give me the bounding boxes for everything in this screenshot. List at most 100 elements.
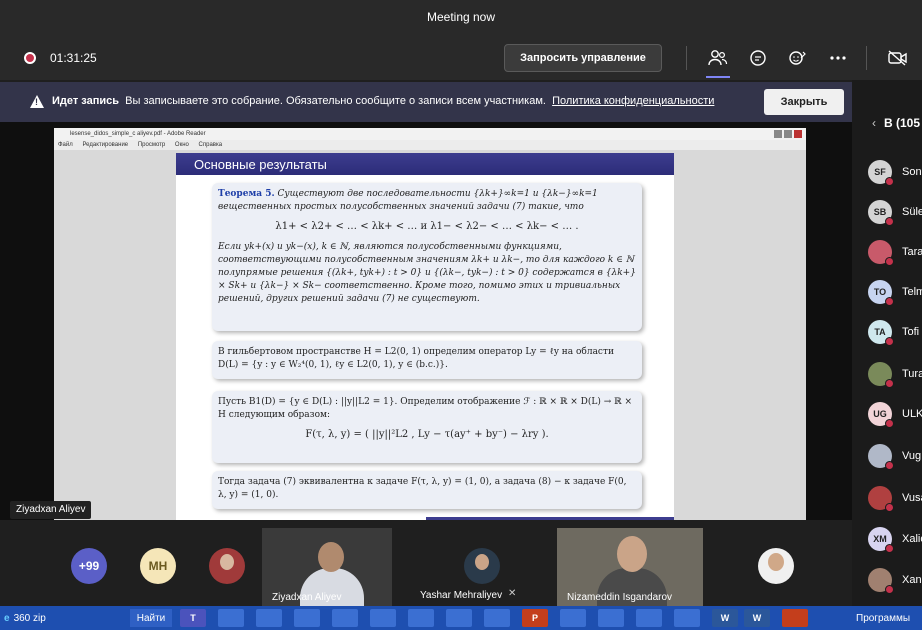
participants-count: В (105 (884, 116, 921, 130)
status-icon (885, 337, 894, 346)
app-icon[interactable] (332, 609, 358, 627)
participants-panel: ‹ В (105 SF Sona SB Süle Tara TO Telm TA Tofi… (852, 80, 922, 608)
avatar-mh[interactable]: MH (140, 548, 176, 584)
avatar-photo[interactable] (464, 548, 500, 584)
participant-item[interactable]: TO Telm (868, 280, 922, 306)
status-icon (885, 503, 894, 512)
recording-notice: Идет запись Вы записываете это собрание.… (52, 95, 714, 107)
recording-notice-title: Идет запись (52, 95, 120, 107)
programs-menu[interactable]: Программы (856, 609, 910, 627)
reader-menu-file: Файл (58, 142, 73, 148)
request-control-button[interactable]: Запросить управление (504, 44, 662, 72)
avatar-initials: UG (873, 409, 887, 419)
mapping-formula: F(τ, λ, y) = ( ||y||²L2 , Ly − τ(ay⁺ + b… (305, 429, 549, 441)
status-icon (885, 544, 894, 553)
app-icon[interactable] (446, 609, 472, 627)
app-icon[interactable] (256, 609, 282, 627)
recording-banner: Идет запись Вы записываете это собрание.… (0, 82, 852, 122)
participant-name: ULK (902, 408, 922, 420)
status-icon (885, 217, 894, 226)
word-app-icon[interactable]: W (712, 609, 738, 627)
360-zip-button[interactable]: e 360 zip (4, 609, 46, 627)
more-icon[interactable] (826, 46, 850, 70)
participants-panel-header[interactable]: ‹ В (105 (872, 116, 920, 130)
app-icon[interactable] (560, 609, 586, 627)
participants-icon[interactable] (706, 46, 730, 78)
app-icon[interactable] (370, 609, 396, 627)
app-icon[interactable] (782, 609, 808, 627)
participant-item[interactable]: Xan (868, 568, 922, 594)
mic-muted-icon: ✕ (508, 588, 517, 599)
participant-item[interactable]: UG ULK (868, 402, 922, 428)
avatar-initials: TA (874, 327, 886, 337)
app-icon[interactable] (218, 609, 244, 627)
participant-name: Tura (902, 368, 922, 380)
status-icon (885, 379, 894, 388)
app-icon[interactable] (674, 609, 700, 627)
video-tile[interactable]: Nizameddin Isgandarov (557, 528, 703, 606)
search-button[interactable]: Найти (130, 609, 172, 627)
recording-indicator-icon (24, 52, 36, 64)
equivalence-text: Тогда задача (7) эквивалентна к задаче F… (218, 477, 627, 501)
more-participants-button[interactable]: +99 (71, 548, 107, 584)
reader-menu-help: Справка (198, 142, 223, 148)
windows-taskbar: e 360 zip Найти T P W W Программы (0, 606, 922, 630)
theorem-statement-continued: Если yk+(x) и yk−(x), k ∈ ℕ, являются по… (218, 241, 636, 304)
participant-item[interactable]: SB Süle (868, 200, 922, 226)
presentation-slide: Основные результаты Теорема 5. Существую… (176, 153, 674, 525)
ie-icon: e (4, 612, 10, 624)
participant-item[interactable]: TA Tofi (868, 320, 922, 346)
app-icon[interactable] (598, 609, 624, 627)
app-icon[interactable] (484, 609, 510, 627)
chevron-left-icon[interactable]: ‹ (872, 116, 876, 130)
privacy-policy-link[interactable]: Политика конфиденциальности (552, 95, 714, 107)
person-face (220, 554, 234, 570)
participant-item[interactable]: Vug (868, 444, 922, 470)
avatar: XM (868, 527, 894, 553)
avatar-photo[interactable] (209, 548, 245, 584)
theorem-label: Теорема 5. (218, 189, 275, 199)
app-icon[interactable] (636, 609, 662, 627)
chat-icon[interactable] (746, 46, 770, 70)
operator-definition-block: В гильбертовом пространстве H = L2(0, 1)… (212, 341, 642, 379)
participant-name: Xalic (902, 533, 922, 545)
status-icon (885, 461, 894, 470)
status-icon (885, 297, 894, 306)
maximize-icon (784, 130, 792, 138)
avatar: UG (868, 402, 894, 428)
camera-off-icon[interactable] (886, 46, 910, 70)
title-bar: Meeting now (0, 0, 922, 34)
equivalence-block: Тогда задача (7) эквивалентна к задаче F… (212, 471, 642, 509)
reader-menu-bar: Файл Редактирование Просмотр Окно Справк… (54, 140, 806, 150)
slide-header: Основные результаты (176, 153, 674, 175)
teams-app-icon[interactable]: T (180, 609, 206, 627)
participant-name: Sona (902, 166, 922, 178)
360-zip-label: 360 zip (13, 612, 46, 624)
reader-menu-window: Окно (174, 142, 189, 148)
participant-name: Telm (902, 286, 922, 298)
participant-item[interactable]: SF Sona (868, 160, 922, 186)
participant-item[interactable]: Tara (868, 240, 922, 266)
word-app-icon[interactable]: W (744, 609, 770, 627)
close-banner-button[interactable]: Закрыть (764, 89, 844, 115)
avatar-initials: SF (874, 167, 886, 177)
avatar-initials: XM (873, 534, 887, 544)
participant-name: Süle (902, 206, 922, 218)
reactions-icon[interactable] (786, 46, 810, 70)
powerpoint-app-icon[interactable]: P (522, 609, 548, 627)
avatar-photo[interactable] (758, 548, 794, 584)
avatar (868, 240, 894, 266)
participant-item[interactable]: XM Xalic (868, 527, 922, 553)
avatar (868, 444, 894, 470)
participant-name: Vusa (902, 492, 922, 504)
mapping-definition-block: Пусть B1(D) = {y ∈ D(L) : ||y||L2 = 1}. … (212, 391, 642, 463)
video-tile[interactable]: Ziyadxan Aliyev (262, 528, 392, 606)
app-icon[interactable] (294, 609, 320, 627)
participant-item[interactable]: Tura (868, 362, 922, 388)
presenter-name-label: Ziyadxan Aliyev (10, 501, 92, 519)
minimize-icon (774, 130, 782, 138)
app-icon[interactable] (408, 609, 434, 627)
status-icon (885, 257, 894, 266)
person-face (318, 542, 344, 572)
participant-item[interactable]: Vusa (868, 486, 922, 512)
